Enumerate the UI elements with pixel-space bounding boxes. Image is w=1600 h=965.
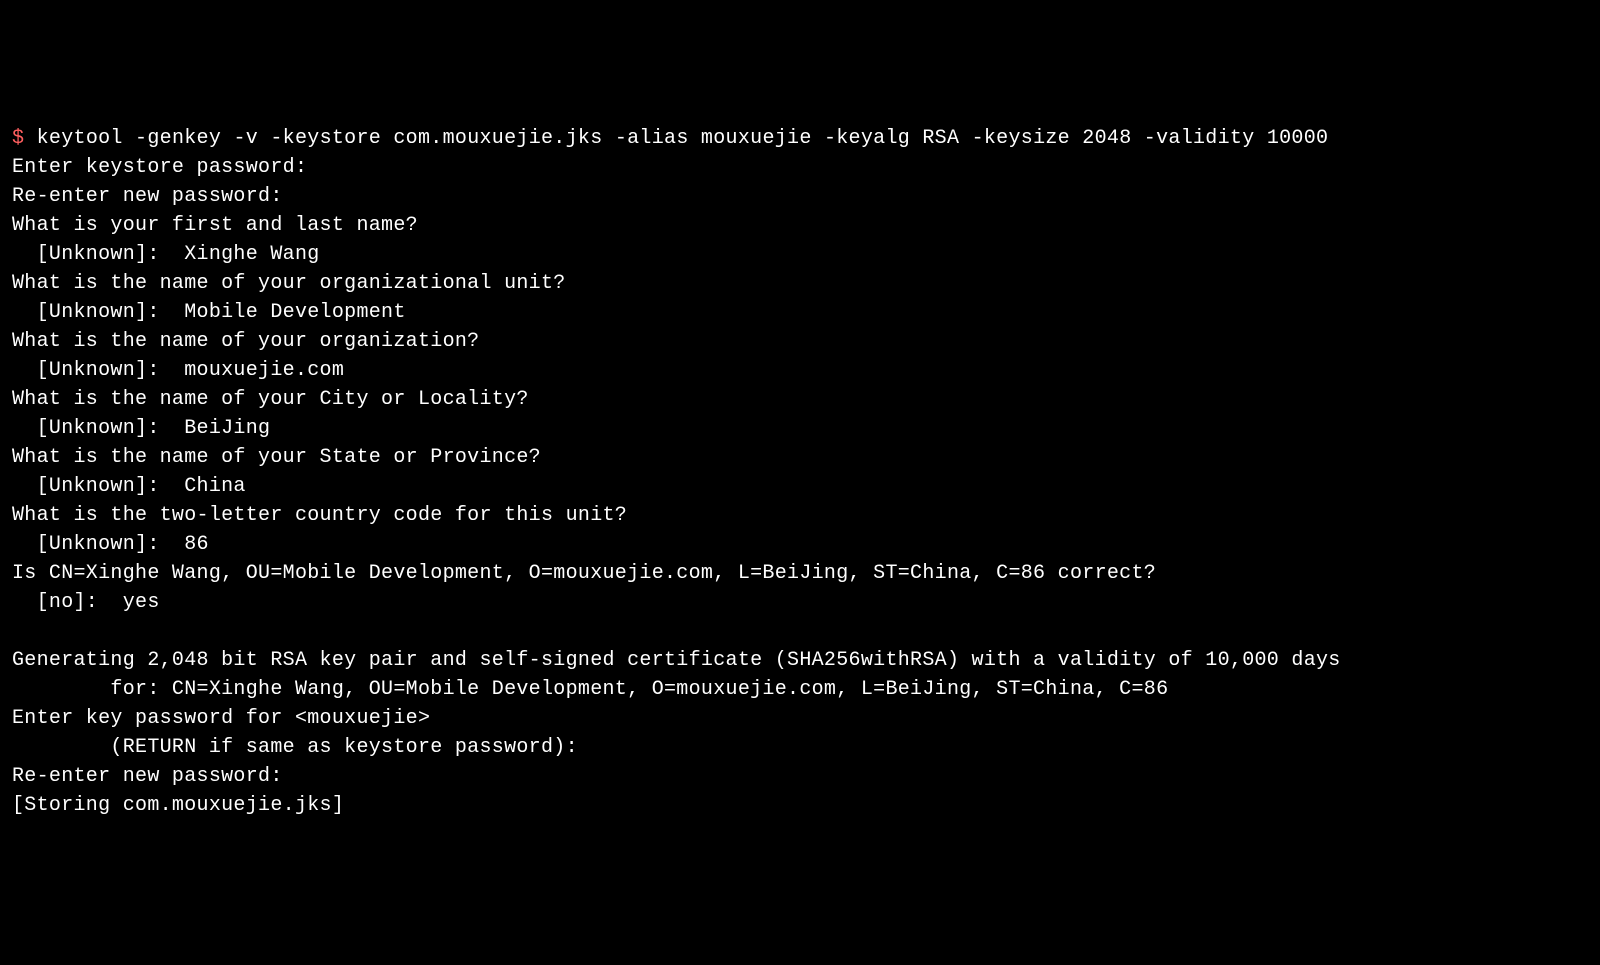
terminal-line: What is the name of your City or Localit… bbox=[12, 388, 529, 411]
terminal-line: [Unknown]: 86 bbox=[12, 533, 209, 556]
terminal-line: [Unknown]: mouxuejie.com bbox=[12, 359, 344, 382]
terminal-line: [Unknown]: Xinghe Wang bbox=[12, 243, 320, 266]
terminal-line: for: CN=Xinghe Wang, OU=Mobile Developme… bbox=[12, 678, 1168, 701]
terminal-line: [Unknown]: China bbox=[12, 475, 246, 498]
terminal-line: Re-enter new password: bbox=[12, 185, 283, 208]
terminal-line: [Unknown]: BeiJing bbox=[12, 417, 270, 440]
terminal-line: [Unknown]: Mobile Development bbox=[12, 301, 406, 324]
terminal-line: Generating 2,048 bit RSA key pair and se… bbox=[12, 649, 1341, 672]
terminal-line: Is CN=Xinghe Wang, OU=Mobile Development… bbox=[12, 562, 1156, 585]
terminal-line: What is the two-letter country code for … bbox=[12, 504, 627, 527]
command-line: keytool -genkey -v -keystore com.mouxuej… bbox=[37, 127, 1329, 150]
terminal-output[interactable]: $ keytool -genkey -v -keystore com.mouxu… bbox=[12, 124, 1588, 820]
terminal-line: What is the name of your organization? bbox=[12, 330, 479, 353]
terminal-line: What is your first and last name? bbox=[12, 214, 418, 237]
terminal-line: What is the name of your State or Provin… bbox=[12, 446, 541, 469]
terminal-line: What is the name of your organizational … bbox=[12, 272, 566, 295]
terminal-line: Enter keystore password: bbox=[12, 156, 307, 179]
terminal-line: [Storing com.mouxuejie.jks] bbox=[12, 794, 344, 817]
prompt-symbol: $ bbox=[12, 127, 24, 150]
terminal-line: Enter key password for <mouxuejie> bbox=[12, 707, 430, 730]
terminal-line: (RETURN if same as keystore password): bbox=[12, 736, 578, 759]
terminal-line: [no]: yes bbox=[12, 591, 160, 614]
terminal-line: Re-enter new password: bbox=[12, 765, 283, 788]
